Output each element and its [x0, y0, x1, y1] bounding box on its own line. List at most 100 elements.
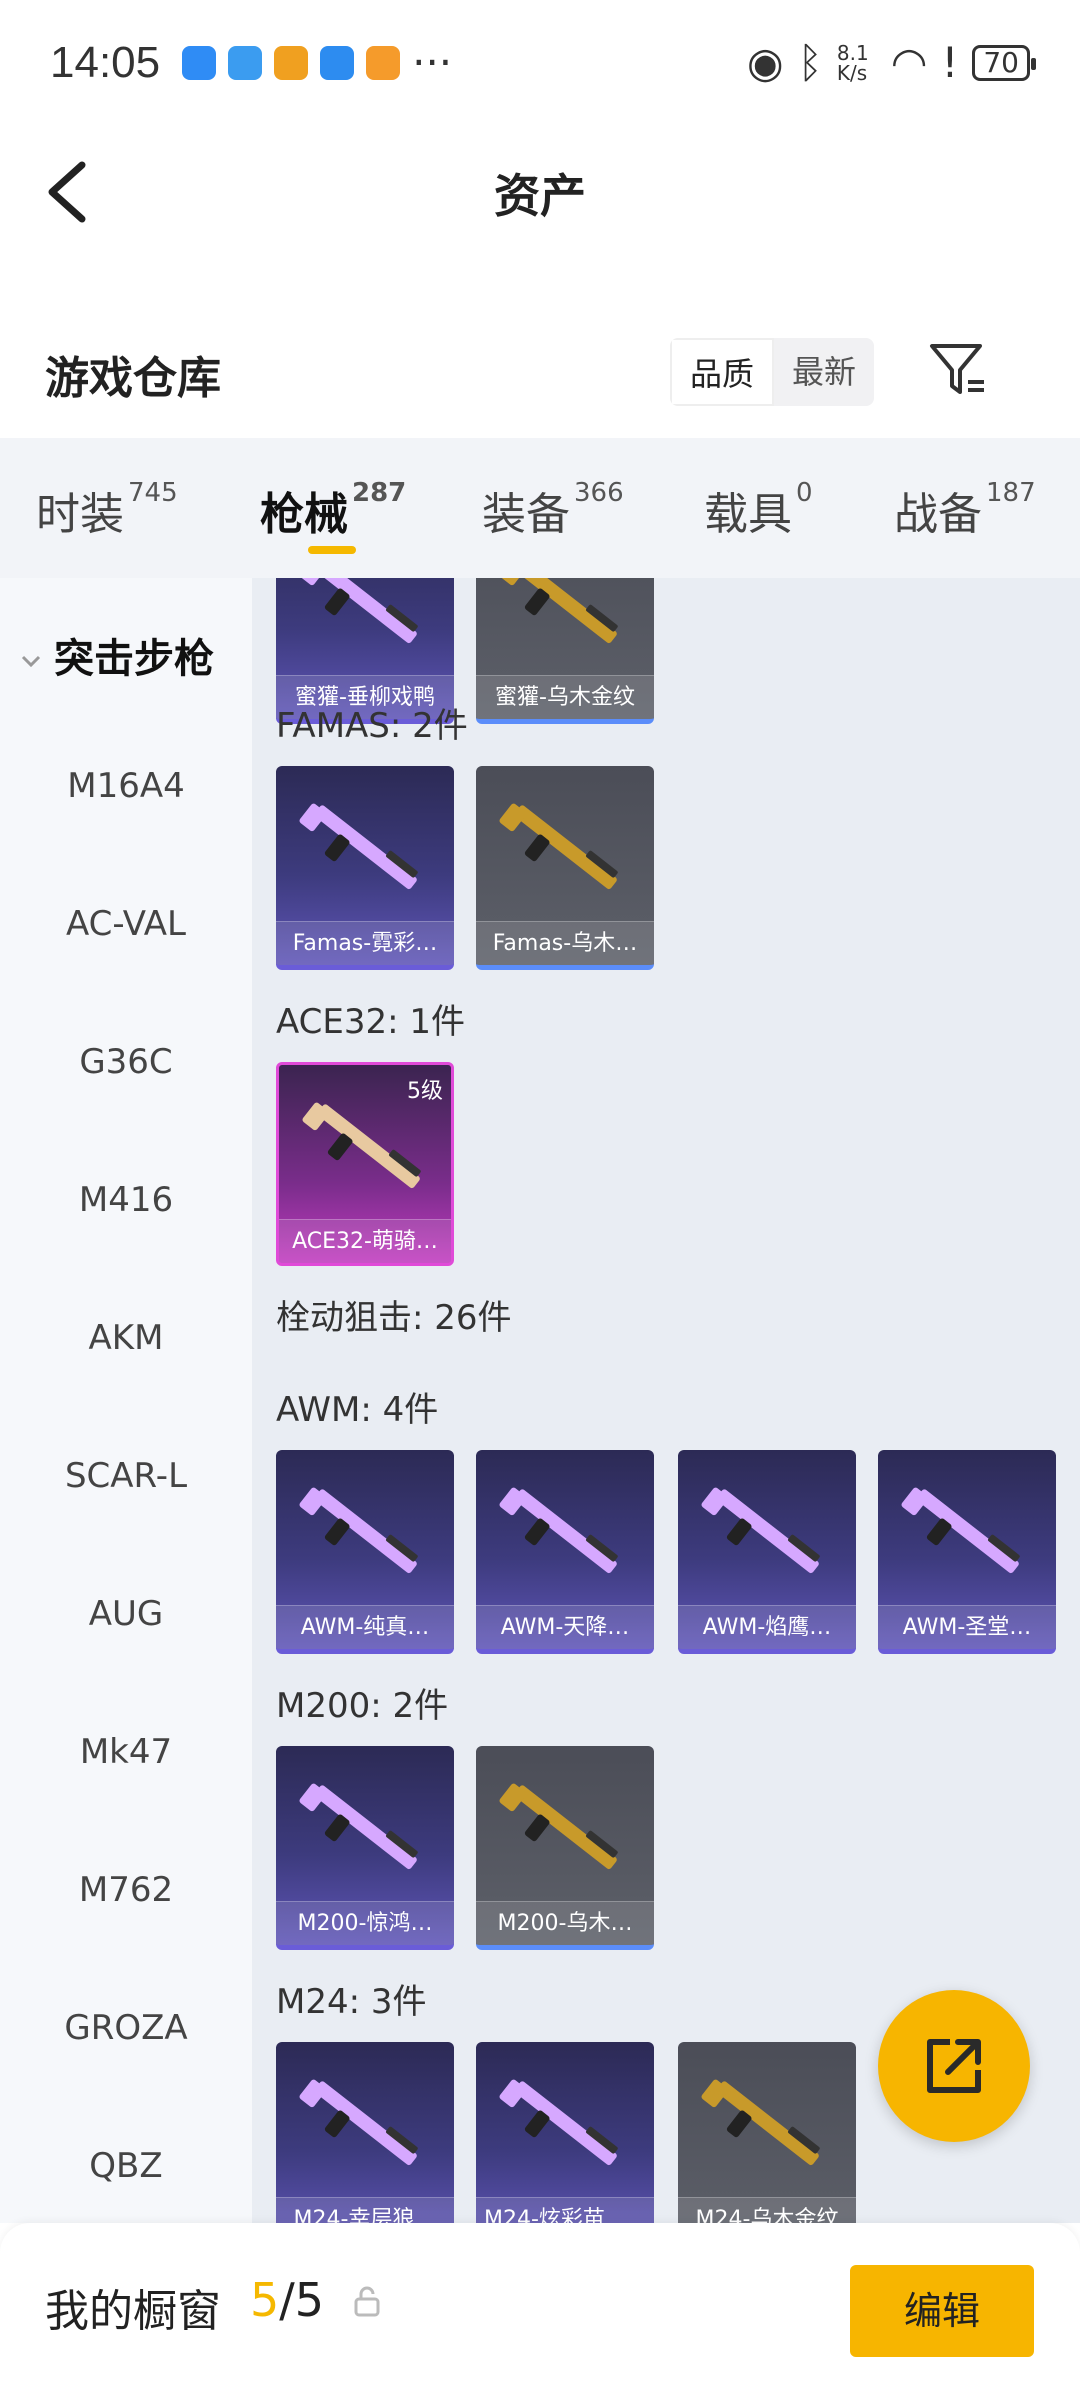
- weapon-name: AWM-圣堂…: [878, 1605, 1056, 1649]
- tab-count: 187: [986, 478, 1036, 508]
- weapon-card[interactable]: M24-幸层狼…: [276, 2042, 454, 2223]
- group-title: AWM: 4件: [276, 1390, 439, 1430]
- group-title: FAMAS: 2件: [276, 706, 468, 746]
- sidebar-item[interactable]: AC-VAL: [0, 904, 252, 944]
- weapon-image: [299, 803, 418, 890]
- sidebar-item[interactable]: SCAR-L: [0, 1456, 252, 1496]
- game-app-icon: [274, 45, 309, 80]
- weapon-image: [499, 1487, 618, 1574]
- tab-equipment[interactable]: 装备 366: [482, 478, 624, 542]
- sidebar-item[interactable]: QBZ: [0, 2146, 252, 2186]
- weapon-image: [299, 1783, 418, 1870]
- weapon-card[interactable]: 蜜獾-乌木金纹: [476, 578, 654, 724]
- warehouse-title: 游戏仓库: [45, 353, 221, 404]
- weapon-name: M24-幸层狼…: [276, 2197, 454, 2223]
- app-header: 资产: [0, 125, 1080, 255]
- weapon-name: ACE32-萌骑…: [279, 1219, 451, 1263]
- warehouse-header: 游戏仓库 品质 最新: [0, 310, 1080, 435]
- status-time: 14:05: [50, 37, 161, 87]
- tab-label: 装备: [482, 489, 570, 540]
- sort-quality-button[interactable]: 品质: [670, 338, 775, 406]
- weapon-card[interactable]: Famas-霓彩…: [276, 766, 454, 970]
- browser-app-icon: [228, 45, 263, 80]
- weapon-image: [701, 2079, 820, 2166]
- shield-app-icon: [182, 45, 217, 80]
- more-notifications-icon: ···: [412, 38, 453, 87]
- weapon-card[interactable]: AWM-纯真…: [276, 1450, 454, 1654]
- showcase-current: 5: [250, 2273, 280, 2327]
- weapon-name: 蜜獾-乌木金纹: [476, 675, 654, 719]
- external-link-icon: [927, 2039, 981, 2093]
- group-title: ACE32: 1件: [276, 1002, 466, 1042]
- weapon-image: [499, 1783, 618, 1870]
- showcase-total: /5: [279, 2273, 325, 2327]
- weapon-image: [299, 1487, 418, 1574]
- share-button[interactable]: [878, 1990, 1030, 2142]
- weapon-image: [499, 803, 618, 890]
- weapon-name: M24-炫彩苗春…: [476, 2197, 654, 2223]
- tab-label: 载具: [704, 489, 792, 540]
- sidebar-category-label: 突击步枪: [54, 636, 214, 682]
- sidebar-item[interactable]: M16A4: [0, 766, 252, 806]
- lock-icon: [354, 2286, 380, 2317]
- tab-label: 战备: [894, 489, 982, 540]
- weapon-name: M200-惊鸿…: [276, 1901, 454, 1945]
- status-bar: 14:05 ··· ◉ ᛒ 8.1 K/s ◠ ! 70: [0, 0, 1080, 125]
- tab-fashion[interactable]: 时装 745: [36, 478, 178, 542]
- weapon-card[interactable]: M200-乌木…: [476, 1746, 654, 1950]
- bluetooth-icon: ᛒ: [797, 38, 823, 87]
- sidebar-item[interactable]: M762: [0, 1870, 252, 1910]
- sidebar-item[interactable]: M416: [0, 1180, 252, 1220]
- weapon-image: [302, 1102, 421, 1189]
- weapon-card[interactable]: AWM-圣堂…: [878, 1450, 1056, 1654]
- bluetooth-app-icon: [320, 45, 355, 80]
- chevron-down-icon: [21, 655, 41, 668]
- showcase-footer: 我的橱窗 5/5 编辑: [0, 2223, 1080, 2382]
- weapon-name: AWM-纯真…: [276, 1605, 454, 1649]
- weapon-image: [701, 1487, 820, 1574]
- level-badge: 5级: [407, 1079, 443, 1104]
- weapon-name: M24-乌木金纹: [678, 2197, 856, 2223]
- weapon-card[interactable]: 5级 ACE32-萌骑…: [276, 1062, 454, 1266]
- battery-icon: 70: [972, 44, 1036, 81]
- weapon-image: [901, 1487, 1020, 1574]
- tab-count: 287: [352, 478, 407, 508]
- weapon-card[interactable]: M24-乌木金纹: [678, 2042, 856, 2223]
- weapon-card[interactable]: M200-惊鸿…: [276, 1746, 454, 1950]
- tab-count: 0: [796, 478, 813, 508]
- edit-button[interactable]: 编辑: [850, 2265, 1034, 2357]
- weapon-image: [299, 578, 418, 644]
- group-title: M200: 2件: [276, 1686, 449, 1726]
- weapon-card[interactable]: M24-炫彩苗春…: [476, 2042, 654, 2223]
- net-speed: 8.1 K/s: [836, 40, 869, 85]
- weapon-name: Famas-霓彩…: [276, 921, 454, 965]
- weapon-card[interactable]: AWM-天降…: [476, 1450, 654, 1654]
- filter-icon[interactable]: [928, 340, 988, 400]
- tab-vehicles[interactable]: 载具 0: [704, 478, 813, 542]
- showcase-count: 5/5: [250, 2273, 324, 2327]
- weapon-image: [299, 2079, 418, 2166]
- tab-count: 745: [128, 478, 178, 508]
- weapon-image: [499, 2079, 618, 2166]
- tab-weapons[interactable]: 枪械 287: [260, 478, 406, 542]
- group-title: M24: 3件: [276, 1982, 427, 2022]
- sidebar-item[interactable]: GROZA: [0, 2008, 252, 2048]
- weapon-name: AWM-天降…: [476, 1605, 654, 1649]
- sidebar-item[interactable]: G36C: [0, 1042, 252, 1082]
- sidebar-category[interactable]: 突击步枪: [20, 626, 214, 684]
- sidebar-item[interactable]: AUG: [0, 1594, 252, 1634]
- sidebar-item[interactable]: Mk47: [0, 1732, 252, 1772]
- tab-count: 366: [574, 478, 624, 508]
- showcase-label: 我的橱窗: [45, 2286, 221, 2337]
- sort-newest-button[interactable]: 最新: [774, 338, 874, 406]
- page-title: 资产: [494, 169, 586, 223]
- weapon-name: Famas-乌木…: [476, 921, 654, 965]
- weapon-card[interactable]: AWM-焰鹰…: [678, 1450, 856, 1654]
- eye-icon: ◉: [747, 38, 784, 87]
- tab-supplies[interactable]: 战备 187: [894, 478, 1036, 542]
- alert-icon: !: [941, 38, 959, 87]
- weapon-sidebar: 突击步枪 M16A4 AC-VAL G36C M416 AKM SCAR-L A…: [0, 578, 252, 2223]
- sidebar-item[interactable]: AKM: [0, 1318, 252, 1358]
- weapon-card[interactable]: Famas-乌木…: [476, 766, 654, 970]
- group-title: 栓动狙击: 26件: [276, 1298, 512, 1338]
